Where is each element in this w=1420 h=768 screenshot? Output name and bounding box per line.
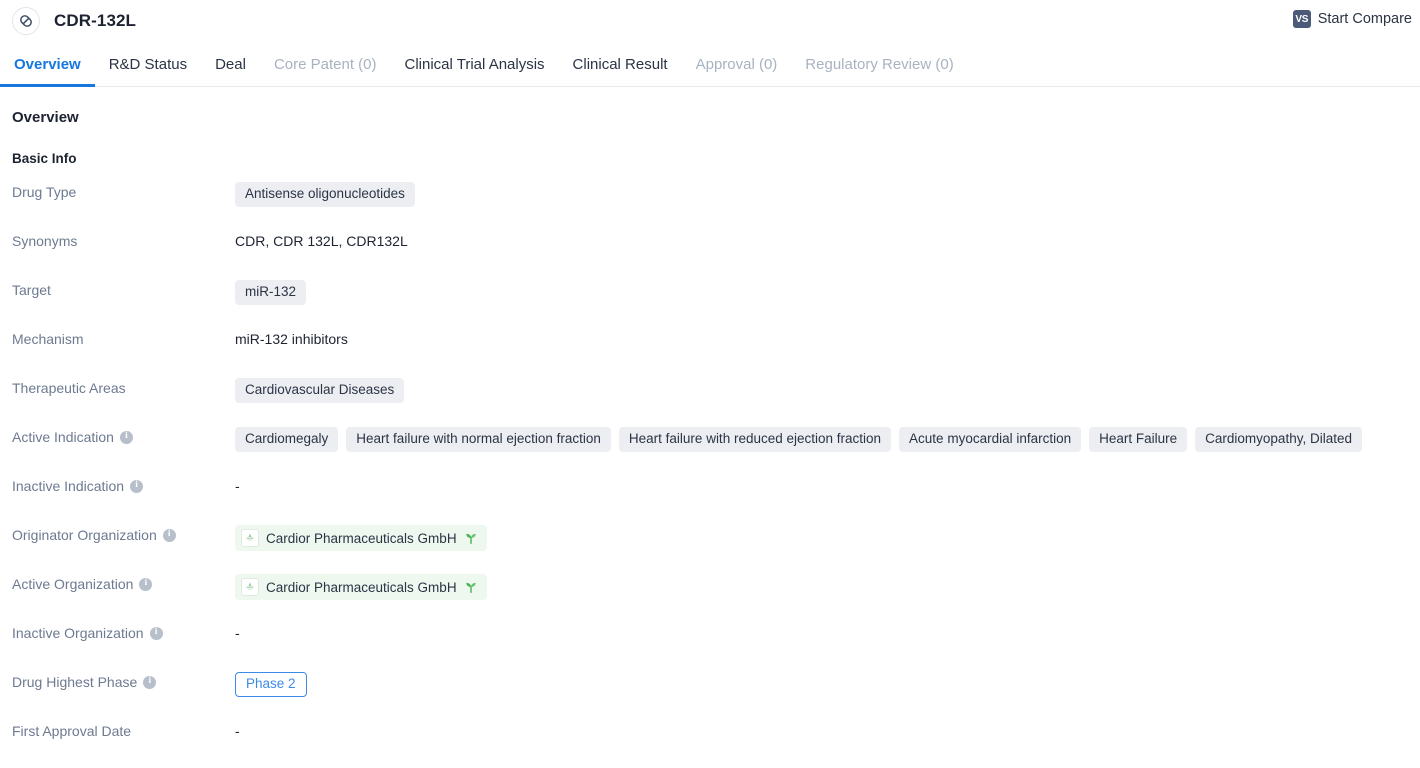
label-text: Inactive Indication [12, 478, 125, 494]
row-value: miR-132 inhibitors [235, 327, 1408, 347]
organization-name: Cardior Pharmaceuticals GmbH [266, 579, 457, 595]
tag-indication[interactable]: Acute myocardial infarction [899, 427, 1082, 452]
basic-info-title: Basic Info [12, 151, 77, 166]
tab-regulatory-review[interactable]: Regulatory Review (0) [791, 56, 967, 86]
label-text: Drug Type [12, 184, 77, 200]
tag-therapeutic-area[interactable]: Cardiovascular Diseases [235, 378, 405, 403]
info-icon[interactable]: i [139, 577, 153, 591]
info-icon[interactable]: i [130, 479, 144, 493]
tab-core-patent[interactable]: Core Patent (0) [260, 56, 391, 86]
tag-indication[interactable]: Cardiomyopathy, Dilated [1195, 427, 1362, 452]
organization-name: Cardior Pharmaceuticals GmbH [266, 530, 457, 546]
vs-icon: VS [1292, 10, 1311, 28]
row-synonyms: Synonyms CDR, CDR 132L, CDR132L [12, 229, 1408, 278]
tab-rd-status[interactable]: R&D Status [95, 56, 201, 86]
row-value: Cardior Pharmaceuticals GmbH [235, 572, 1408, 600]
row-value: - [235, 474, 1408, 494]
row-value: Cardior Pharmaceuticals GmbH [235, 523, 1408, 551]
row-label: Active Indication i [12, 425, 235, 445]
row-therapeutic-areas: Therapeutic Areas Cardiovascular Disease… [12, 376, 1408, 425]
row-target: Target miR-132 [12, 278, 1408, 327]
row-value: CDR, CDR 132L, CDR132L [235, 229, 1408, 249]
row-label: Drug Type [12, 180, 235, 200]
row-label: Originator Organization i [12, 523, 235, 543]
sprout-icon [464, 531, 478, 545]
label-text: Active Indication [12, 429, 114, 445]
overview-panel: Overview Basic Info Drug Type Antisense … [0, 87, 1420, 768]
row-value: Antisense oligonucleotides [235, 180, 1408, 207]
row-label: Drug Highest Phase i [12, 670, 235, 690]
tab-clinical-trial-analysis[interactable]: Clinical Trial Analysis [391, 56, 559, 86]
tag-indication[interactable]: Heart Failure [1089, 427, 1188, 452]
info-icon[interactable]: i [119, 430, 133, 444]
row-inactive-indication: Inactive Indication i - [12, 474, 1408, 523]
row-value: - [235, 621, 1408, 641]
label-text: Synonyms [12, 233, 78, 249]
tab-deal[interactable]: Deal [201, 56, 260, 86]
tab-overview[interactable]: Overview [0, 56, 95, 87]
tab-clinical-result[interactable]: Clinical Result [559, 56, 682, 86]
section-title: Overview [12, 109, 79, 126]
row-value: Cardiomegaly Heart failure with normal e… [235, 425, 1408, 452]
company-logo-icon [241, 529, 259, 547]
start-compare-button[interactable]: VS Start Compare [1292, 10, 1412, 28]
row-value: - [235, 719, 1408, 739]
row-label: First Approval Date [12, 719, 235, 739]
status-badge-phase[interactable]: Phase 2 [235, 672, 307, 697]
label-text: Originator Organization [12, 527, 157, 543]
row-drug-type: Drug Type Antisense oligonucleotides [12, 180, 1408, 229]
row-label: Inactive Indication i [12, 474, 235, 494]
tag-indication[interactable]: Heart failure with reduced ejection frac… [618, 427, 892, 452]
tab-approval[interactable]: Approval (0) [682, 56, 792, 86]
row-label: Target [12, 278, 235, 298]
synonyms-text: CDR, CDR 132L, CDR132L [235, 233, 408, 249]
empty-value: - [235, 478, 240, 494]
tab-bar: Overview R&D Status Deal Core Patent (0)… [0, 42, 1420, 87]
row-mechanism: Mechanism miR-132 inhibitors [12, 327, 1408, 376]
tag-target[interactable]: miR-132 [235, 280, 307, 305]
label-text: Drug Highest Phase [12, 674, 138, 690]
page-title: CDR-132L [54, 11, 137, 30]
row-drug-highest-phase: Drug Highest Phase i Phase 2 [12, 670, 1408, 719]
info-icon[interactable]: i [149, 626, 163, 640]
label-text: Therapeutic Areas [12, 380, 126, 396]
tag-organization[interactable]: Cardior Pharmaceuticals GmbH [235, 525, 487, 551]
tag-organization[interactable]: Cardior Pharmaceuticals GmbH [235, 574, 487, 600]
label-text: First Approval Date [12, 723, 132, 739]
row-label: Active Organization i [12, 572, 235, 592]
row-label: Synonyms [12, 229, 235, 249]
row-label: Mechanism [12, 327, 235, 347]
row-value: miR-132 [235, 278, 1408, 305]
mechanism-text: miR-132 inhibitors [235, 331, 348, 347]
empty-value: - [235, 625, 240, 641]
row-active-organization: Active Organization i Cardior Pharmaceut… [12, 572, 1408, 621]
label-text: Active Organization [12, 576, 134, 592]
info-icon[interactable]: i [143, 675, 157, 689]
start-compare-label: Start Compare [1317, 11, 1412, 27]
row-label: Therapeutic Areas [12, 376, 235, 396]
empty-value: - [235, 723, 240, 739]
tag-drug-type[interactable]: Antisense oligonucleotides [235, 182, 415, 207]
basic-info-rows: Drug Type Antisense oligonucleotides Syn… [12, 180, 1408, 768]
row-value: Phase 2 [235, 670, 1408, 697]
row-label: Inactive Organization i [12, 621, 235, 641]
info-icon[interactable]: i [162, 528, 176, 542]
page-header: CDR-132L VS Start Compare [0, 0, 1420, 42]
label-text: Mechanism [12, 331, 84, 347]
label-text: Inactive Organization [12, 625, 144, 641]
company-logo-icon [241, 578, 259, 596]
tag-indication[interactable]: Cardiomegaly [235, 427, 339, 452]
row-first-approval-date: First Approval Date - [12, 719, 1408, 768]
row-active-indication: Active Indication i Cardiomegaly Heart f… [12, 425, 1408, 474]
tag-indication[interactable]: Heart failure with normal ejection fract… [346, 427, 611, 452]
row-inactive-organization: Inactive Organization i - [12, 621, 1408, 670]
label-text: Target [12, 282, 51, 298]
pill-capsule-icon [12, 7, 40, 35]
row-originator-organization: Originator Organization i Cardior Pharma… [12, 523, 1408, 572]
sprout-icon [464, 580, 478, 594]
row-value: Cardiovascular Diseases [235, 376, 1408, 403]
